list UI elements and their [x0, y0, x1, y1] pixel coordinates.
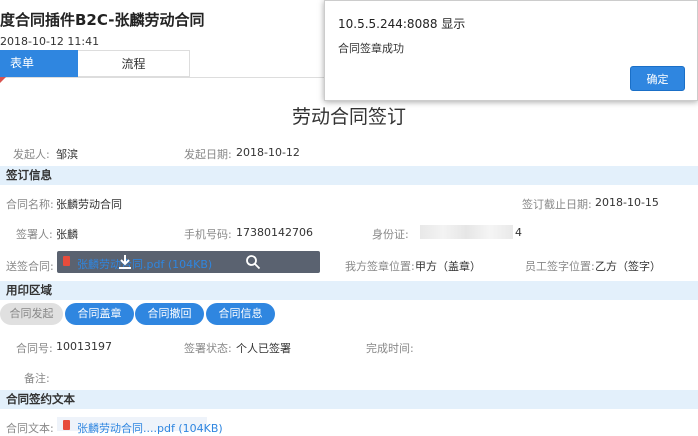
page-title: 度合同插件B2C-张麟劳动合同 — [0, 11, 205, 29]
send-contract-label: 送签合同: — [6, 260, 54, 273]
section-contract-text: 合同签约文本 — [0, 390, 698, 409]
sign-status-value: 个人已签署 — [236, 342, 291, 355]
id-tail: 4 — [515, 226, 522, 239]
contract-text-label: 合同文本: — [6, 422, 54, 435]
contract-no-value: 10013197 — [56, 340, 112, 353]
corner-marker — [0, 77, 6, 83]
initiate-contract-button[interactable]: 合同发起 — [0, 303, 63, 325]
our-seal-position-label: 我方签章位置: — [345, 260, 415, 273]
section-sign-info: 签订信息 — [0, 166, 698, 185]
completion-time-label: 完成时间: — [366, 342, 414, 355]
created-time: 2018-10-12 11:41 — [0, 35, 100, 48]
deadline-value: 2018-10-15 — [595, 196, 659, 209]
pdf-icon — [63, 256, 70, 266]
id-blurred — [420, 225, 513, 239]
seal-contract-button[interactable]: 合同盖章 — [65, 303, 134, 325]
contract-info-button[interactable]: 合同信息 — [206, 303, 275, 325]
file-link[interactable]: 张麟劳动合同.pdf (104KB) — [77, 256, 212, 272]
revoke-contract-button[interactable]: 合同撤回 — [135, 303, 204, 325]
sign-status-label: 签署状态: — [184, 342, 232, 355]
deadline-label: 签订截止日期: — [522, 198, 592, 211]
dialog-ok-button[interactable]: 确定 — [630, 66, 685, 91]
contract-no-label: 合同号: — [16, 342, 53, 355]
initiator-value: 邹滨 — [56, 148, 78, 161]
contract-text-pdf-icon — [63, 420, 70, 430]
employee-sign-position-value: 乙方（签字） — [595, 260, 661, 273]
signer-label: 签署人: — [16, 228, 53, 241]
tab-form[interactable]: 表单 — [0, 50, 78, 77]
our-seal-position-value: 甲方（盖章） — [415, 260, 481, 273]
signer-value: 张麟 — [56, 228, 78, 241]
start-date-value: 2018-10-12 — [236, 146, 300, 159]
note-label: 备注: — [24, 372, 50, 385]
dialog-title: 10.5.5.244:8088 显示 — [338, 17, 466, 31]
contract-name-label: 合同名称: — [6, 198, 54, 211]
section-seal-area: 用印区域 — [0, 281, 698, 300]
form-heading: 劳动合同签订 — [291, 106, 406, 128]
phone-label: 手机号码: — [184, 228, 232, 241]
initiator-label: 发起人: — [13, 148, 50, 161]
id-label: 身份证: — [372, 228, 409, 241]
search-icon[interactable] — [245, 254, 261, 270]
phone-value: 17380142706 — [236, 226, 313, 239]
download-icon[interactable] — [116, 253, 134, 271]
start-date-label: 发起日期: — [184, 148, 232, 161]
tab-process[interactable]: 流程 — [78, 50, 190, 77]
employee-sign-position-label: 员工签字位置: — [525, 260, 595, 273]
contract-name-value: 张麟劳动合同 — [56, 198, 122, 211]
contract-text-file-link[interactable]: 张麟劳动合同....pdf (104KB) — [77, 420, 223, 436]
dialog-message: 合同签章成功 — [338, 42, 404, 55]
